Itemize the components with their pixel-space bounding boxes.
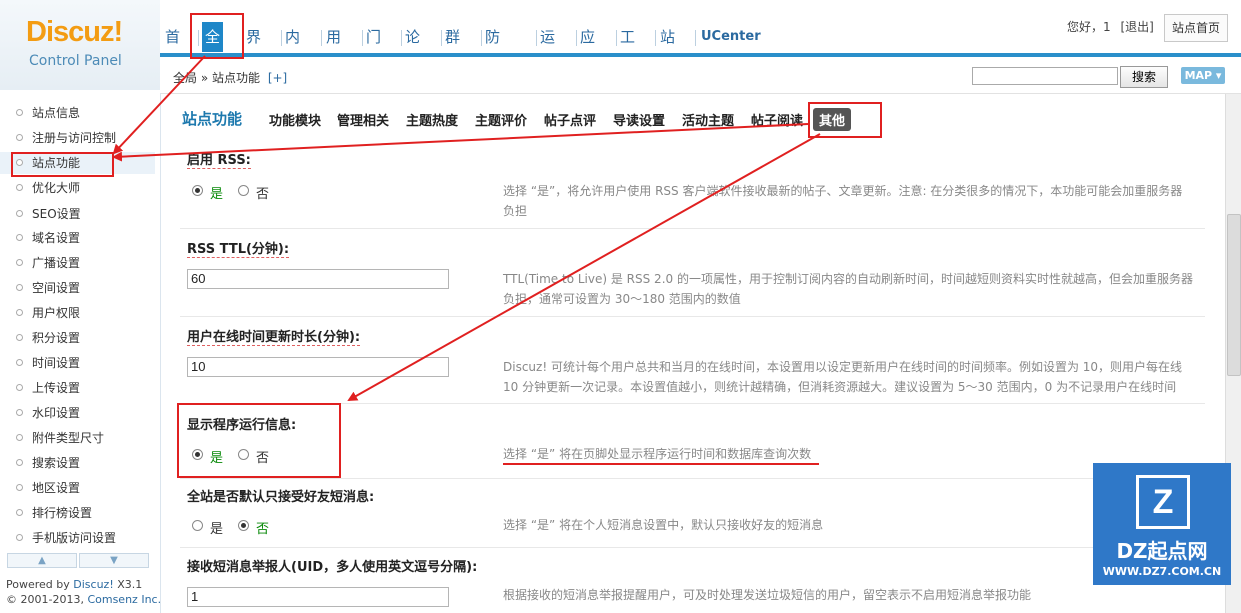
- arrow-tab-to-sidebar: [112, 123, 809, 162]
- annotation-arrows: [112, 55, 821, 465]
- arrow-tab-to-setting: [347, 133, 821, 401]
- arrow-nav-to-sidebar: [112, 55, 206, 155]
